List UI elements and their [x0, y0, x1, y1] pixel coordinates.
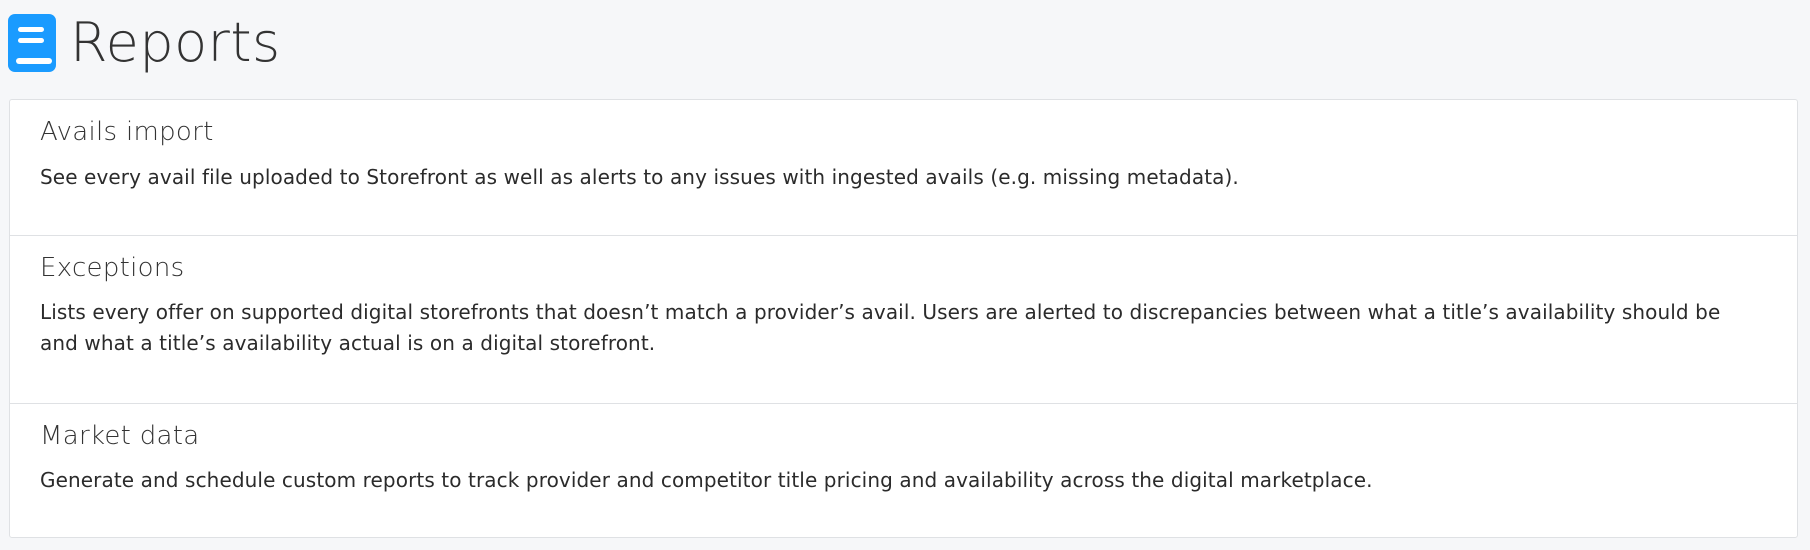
report-title[interactable]: Market data — [40, 423, 200, 449]
report-list: Avails import See every avail file uploa… — [9, 99, 1798, 538]
report-description: See every avail file uploaded to Storefr… — [40, 165, 1239, 189]
report-title[interactable]: Avails import — [40, 119, 214, 145]
report-description: Lists every offer on supported digital s… — [40, 300, 1721, 355]
report-item-market-data[interactable]: Market data Generate and schedule custom… — [10, 403, 1797, 539]
page-title: Reports — [70, 11, 281, 74]
report-title[interactable]: Exceptions — [40, 255, 185, 281]
book-icon — [8, 14, 56, 72]
page-header: Reports — [8, 8, 281, 78]
report-item-avails-import[interactable]: Avails import See every avail file uploa… — [10, 100, 1797, 235]
report-item-exceptions[interactable]: Exceptions Lists every offer on supporte… — [10, 235, 1797, 403]
report-description: Generate and schedule custom reports to … — [40, 468, 1373, 492]
